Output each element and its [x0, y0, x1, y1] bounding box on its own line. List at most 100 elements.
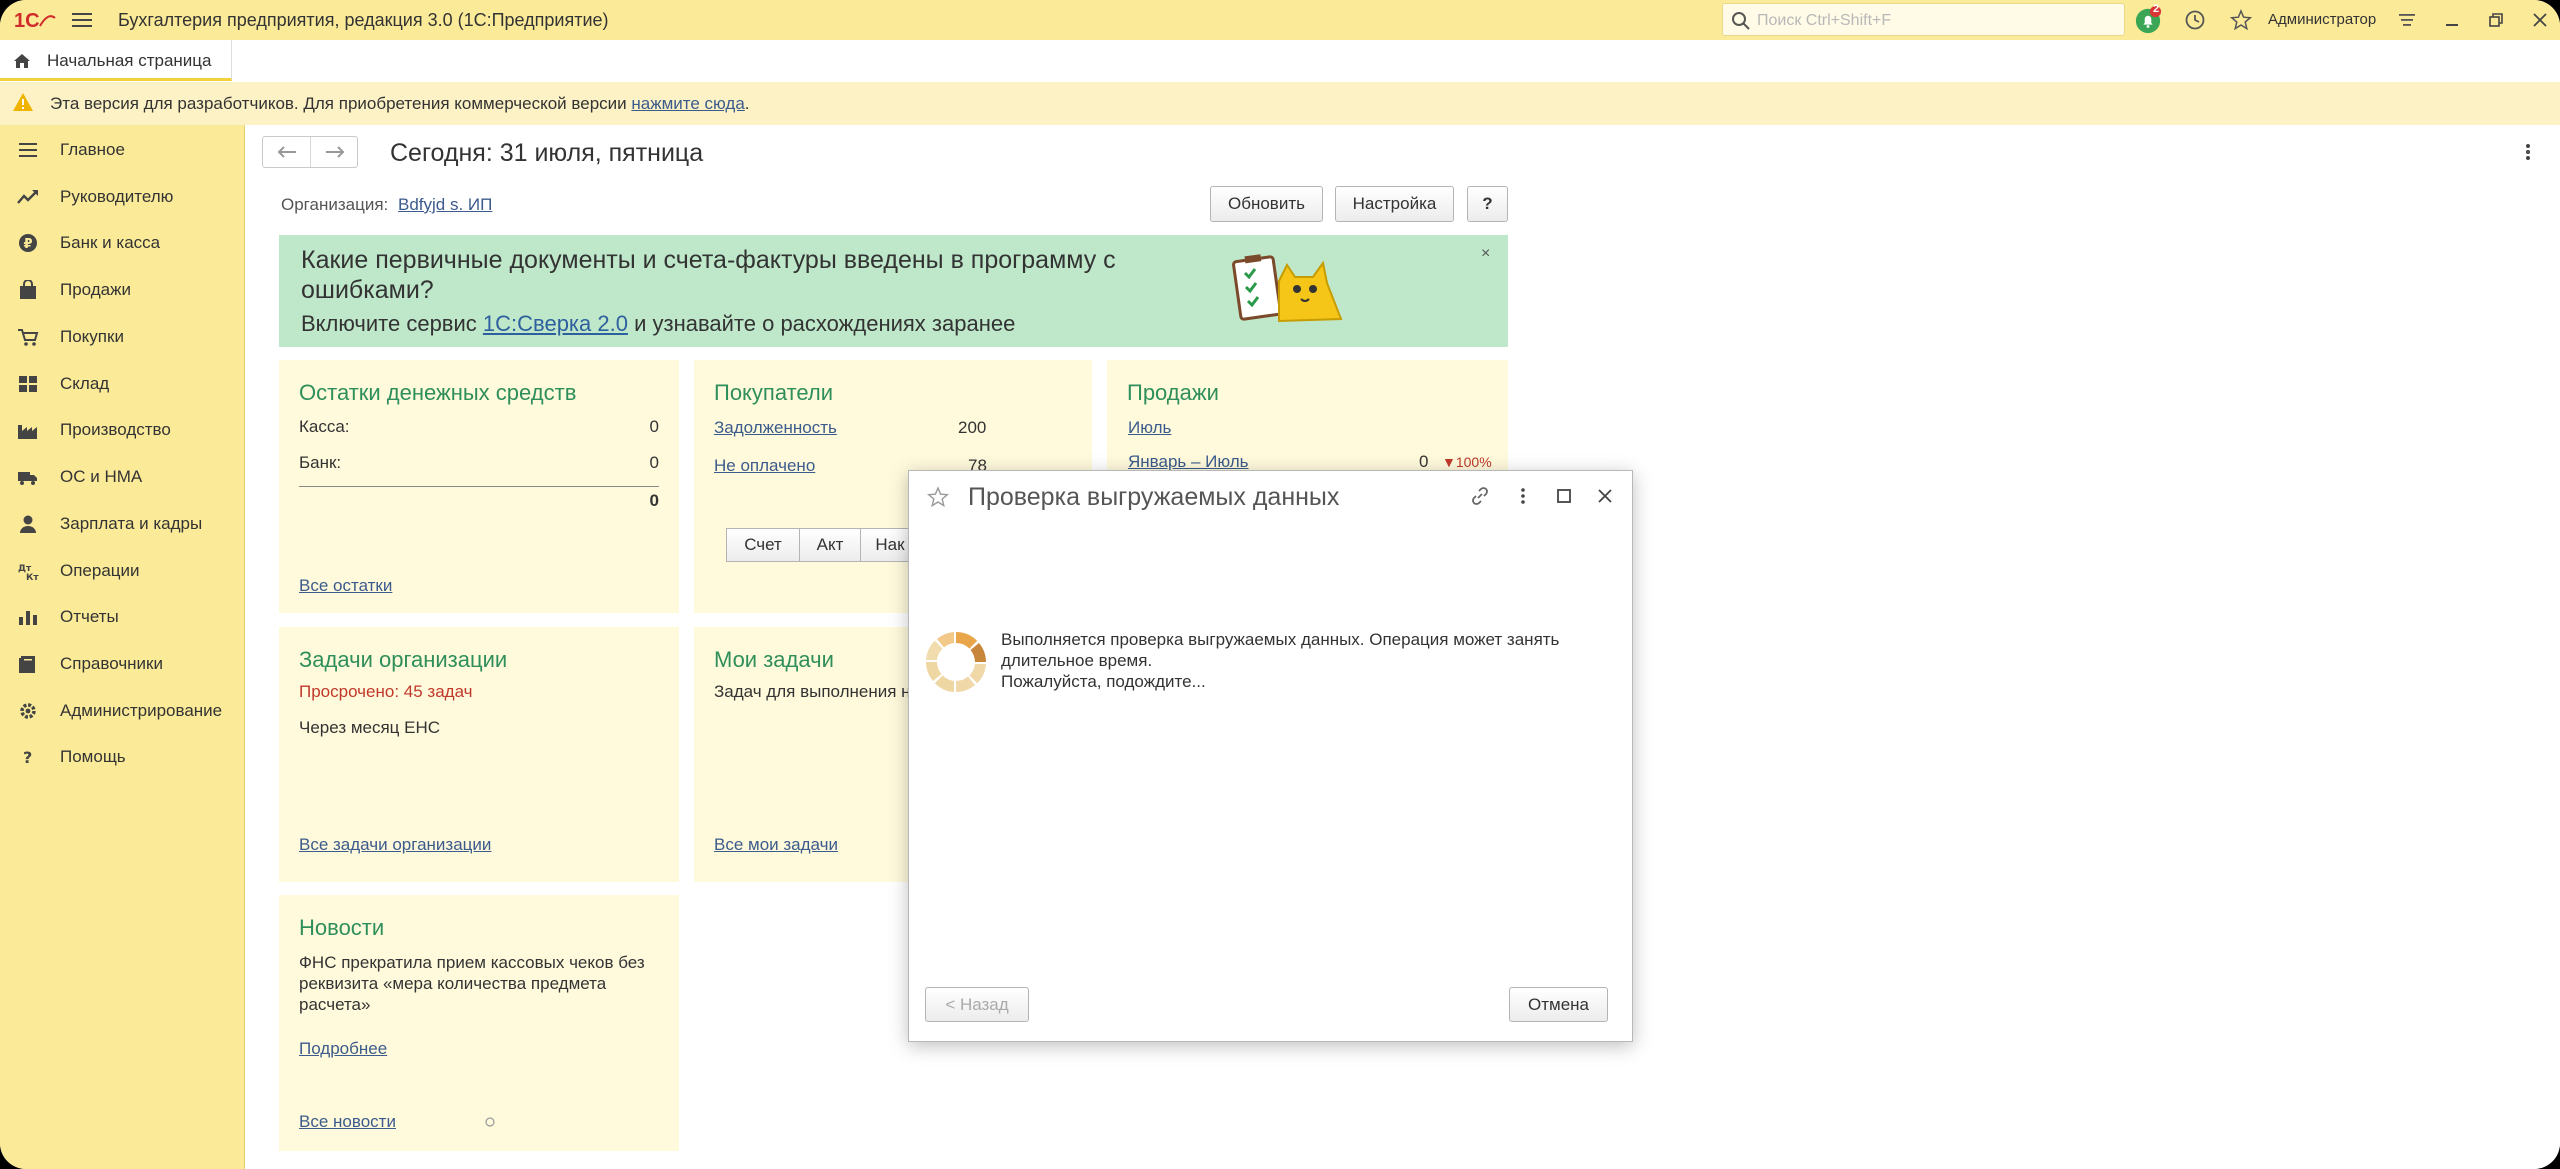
widget-title: Покупатели [714, 380, 834, 405]
sidebar-item-warehouse[interactable]: Склад [0, 364, 245, 404]
tab-home[interactable]: Начальная страница [0, 40, 232, 81]
org-link[interactable]: Bdfyjd s. ИП [398, 195, 492, 215]
sidebar-item-label: Банк и касса [60, 233, 161, 252]
dialog-back-button[interactable]: < Назад [925, 987, 1029, 1022]
settings-button[interactable]: Настройка [1335, 186, 1454, 222]
link-icon [1472, 487, 1488, 505]
more-actions-button[interactable] [2516, 138, 2540, 166]
restore-button[interactable] [2482, 6, 2510, 34]
history-button[interactable] [2181, 6, 2209, 34]
sidebar-item-sales[interactable]: Продажи [0, 270, 245, 310]
svg-text:?: ? [23, 748, 32, 767]
book-icon [19, 656, 35, 673]
dialog-message-line1: Выполняется проверка выгружаемых данных.… [1001, 630, 1560, 670]
sidebar-item-label: Администрирование [60, 701, 223, 720]
sidebar-item-main[interactable]: Главное [0, 130, 245, 170]
sidebar-item-references[interactable]: Справочники [0, 644, 245, 684]
widget-cash: Остатки денежных средств Касса: 0 Банк: … [279, 360, 679, 613]
title-bar: 1С Бухгалтерия предприятия, редакция 3.0… [0, 0, 2560, 40]
widget-title: Новости [299, 915, 385, 940]
sidebar-item-label: Зарплата и кадры [60, 514, 203, 533]
kebab-icon [2526, 144, 2530, 160]
sidebar-item-label: Продажи [60, 280, 131, 299]
close-window-button[interactable] [2526, 6, 2554, 34]
cat-checklist-illustration [1232, 254, 1343, 323]
widget-title: Остатки денежных средств [299, 380, 577, 405]
dialog-link-button[interactable] [1467, 483, 1493, 509]
sidebar-item-label: Отчеты [60, 607, 119, 626]
user-name[interactable]: Администратор [2268, 11, 2376, 28]
help-button[interactable]: ? [1467, 186, 1508, 222]
sales-period-change: ▼100% [1442, 454, 1492, 470]
sidebar-item-assets[interactable]: ОС и НМА [0, 457, 245, 497]
widget-news: Новости ФНС прекратила прием кассовых че… [279, 895, 679, 1151]
banner-text-end: и узнавайте о расхождениях заранее [627, 311, 1016, 336]
cash-kassa-label: Касса: [299, 417, 350, 436]
sidebar-item-label: Руководителю [60, 187, 174, 206]
search-icon [1732, 12, 1750, 30]
bag-icon [20, 280, 36, 299]
dialog-more-button[interactable] [1510, 483, 1536, 509]
close-icon [2533, 13, 2547, 27]
home-icon [14, 54, 30, 68]
refresh-button[interactable]: Обновить [1210, 186, 1323, 222]
star-icon[interactable] [927, 486, 949, 508]
global-search[interactable] [1722, 3, 2125, 36]
sidebar-item-reports[interactable]: Отчеты [0, 597, 245, 637]
all-balances-link[interactable]: Все остатки [299, 576, 392, 596]
dialog-maximize-button[interactable] [1551, 483, 1577, 509]
sales-period-link[interactable]: Январь – Июль [1128, 452, 1249, 472]
debt-link[interactable]: Задолженность [714, 418, 837, 438]
cash-total-value: 0 [649, 491, 659, 510]
sidebar-item-bank[interactable]: ₽ Банк и касса [0, 223, 245, 263]
banner-text: Включите сервис [301, 311, 483, 336]
sidebar-item-help[interactable]: ? Помощь [0, 737, 245, 777]
notifications-button[interactable]: 2 [2134, 3, 2162, 34]
segment-invoice[interactable]: Счет [726, 528, 800, 562]
banner-link[interactable]: 1С:Сверка 2.0 [483, 311, 628, 336]
sidebar-item-purchases[interactable]: Покупки [0, 317, 245, 357]
unpaid-link[interactable]: Не оплачено [714, 456, 815, 476]
restore-icon [2489, 13, 2503, 27]
notice-link[interactable]: нажмите сюда [631, 94, 744, 113]
sales-month-link[interactable]: Июль [1128, 418, 1171, 438]
factory-icon [18, 425, 37, 439]
bar-chart-icon [19, 611, 37, 625]
notifications-count: 2 [2153, 3, 2160, 15]
search-input[interactable] [1755, 8, 2119, 34]
sidebar-item-admin[interactable]: Администрирование [0, 691, 245, 731]
star-icon [2230, 9, 2252, 31]
app-window: 1С Бухгалтерия предприятия, редакция 3.0… [0, 0, 2560, 1169]
forward-button[interactable] [311, 137, 358, 167]
nav-buttons [262, 136, 358, 168]
sidebar-item-label: Операции [60, 561, 140, 580]
news-more-link[interactable]: Подробнее [299, 1039, 387, 1059]
dtkt-icon: ДтКт [18, 564, 39, 581]
sidebar-item-label: Склад [60, 374, 110, 393]
main-menu-icon[interactable] [70, 9, 94, 31]
sidebar-item-label: Покупки [60, 327, 124, 346]
dialog-close-button[interactable] [1592, 483, 1618, 509]
debt-value: 200 [958, 418, 987, 437]
sidebar-item-manager[interactable]: Руководителю [0, 177, 245, 217]
segment-act[interactable]: Акт [799, 528, 861, 562]
sidebar-item-operations[interactable]: Дт Кт Операции [0, 551, 245, 591]
maximize-icon [1557, 489, 1571, 503]
settings-menu-button[interactable] [2393, 6, 2421, 34]
minimize-button[interactable] [2438, 6, 2466, 34]
loading-dot-icon [485, 1117, 495, 1127]
favorites-button[interactable] [2227, 6, 2255, 34]
sidebar-item-production[interactable]: Производство [0, 410, 245, 450]
spinner-icon [926, 632, 986, 692]
all-my-tasks-link[interactable]: Все мои задачи [714, 835, 838, 855]
trend-icon [17, 190, 38, 204]
svg-text:Кт: Кт [26, 573, 39, 581]
dialog-cancel-button[interactable]: Отмена [1509, 987, 1608, 1022]
sidebar-item-salary[interactable]: Зарплата и кадры [0, 504, 245, 544]
all-org-tasks-link[interactable]: Все задачи организации [299, 835, 491, 855]
all-news-link[interactable]: Все новости [299, 1112, 396, 1132]
back-button[interactable] [263, 137, 311, 167]
banner-close-button[interactable]: × [1481, 245, 1490, 263]
widget-org-tasks: Задачи организации Просрочено: 45 задач … [279, 627, 679, 882]
minimize-icon [2446, 24, 2458, 26]
